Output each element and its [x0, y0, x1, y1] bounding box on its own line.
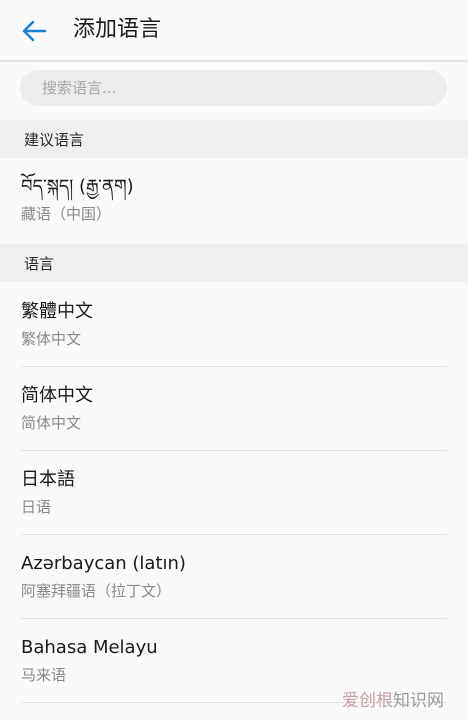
- list-item-azerbaijani[interactable]: Azərbaycan (latın) 阿塞拜疆语（拉丁文）: [0, 535, 468, 619]
- item-primary-label: བོད་སྐད། (རྒྱ་ནག): [21, 176, 134, 197]
- header-divider: [0, 60, 468, 62]
- section-header-suggested: 建议语言: [0, 120, 468, 158]
- list-item-traditional-chinese[interactable]: 繁體中文 繁体中文: [0, 283, 468, 367]
- item-secondary-label: 藏语（中国）: [21, 205, 112, 223]
- list-item-japanese[interactable]: 日本語 日语: [0, 451, 468, 535]
- search-bar[interactable]: [20, 70, 447, 106]
- top-app-bar: 添加语言: [0, 0, 468, 60]
- watermark-text: 知识网: [393, 691, 444, 711]
- item-primary-label: 繁體中文: [21, 301, 93, 322]
- list-item-simplified-chinese[interactable]: 简体中文 简体中文: [0, 367, 468, 451]
- item-secondary-label: 日语: [21, 498, 52, 516]
- arrow-left-icon: [22, 20, 47, 42]
- section-header-languages: 语言: [0, 244, 468, 282]
- item-primary-label: Bahasa Melayu: [21, 637, 158, 658]
- item-secondary-label: 马来语: [21, 666, 67, 684]
- item-secondary-label: 阿塞拜疆语（拉丁文）: [21, 582, 172, 600]
- item-secondary-label: 繁体中文: [21, 330, 82, 348]
- back-button[interactable]: [14, 14, 54, 48]
- item-secondary-label: 简体中文: [21, 414, 82, 432]
- list-item-tibetan[interactable]: བོད་སྐད། (རྒྱ་ནག) 藏语（中国）: [0, 158, 468, 242]
- search-input[interactable]: [42, 79, 447, 97]
- watermark-accent-text: 爱创根: [342, 691, 393, 711]
- page-title: 添加语言: [73, 17, 162, 42]
- watermark: 爱创根知识网: [342, 690, 444, 712]
- item-primary-label: 日本語: [21, 469, 75, 490]
- item-primary-label: Azərbaycan (latın): [21, 553, 186, 574]
- item-primary-label: 简体中文: [21, 385, 93, 406]
